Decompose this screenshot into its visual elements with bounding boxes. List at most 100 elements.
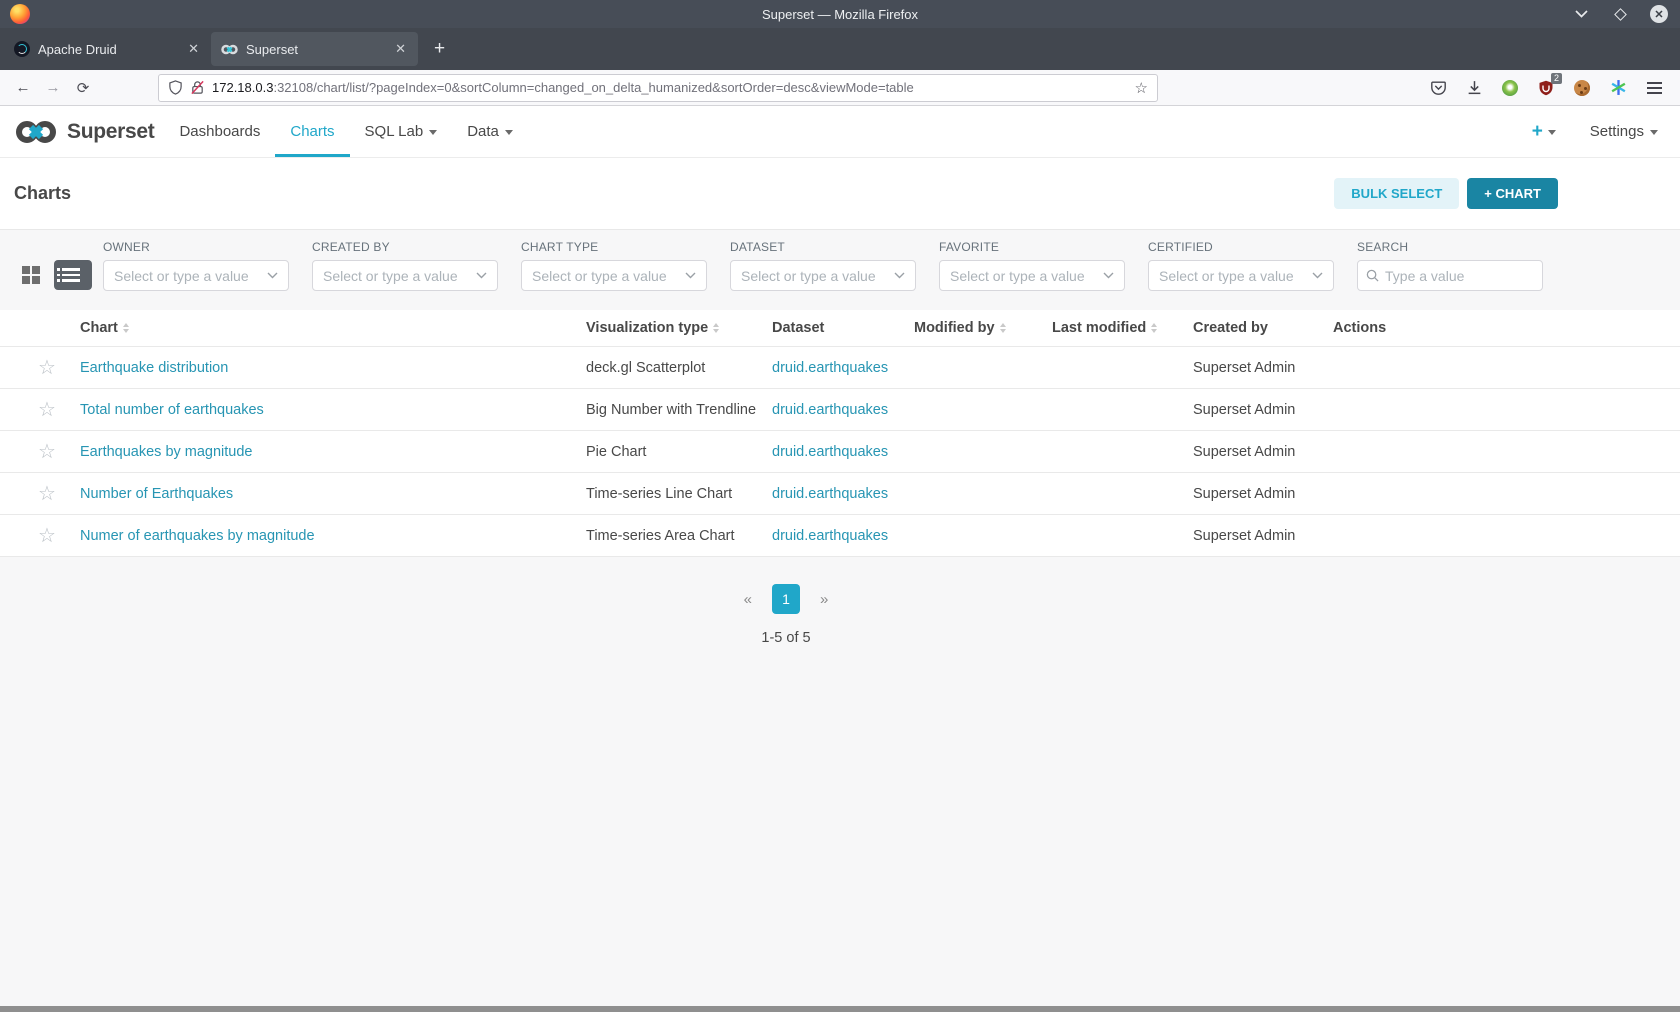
favorite-star-icon[interactable]: ☆ [38, 526, 56, 546]
chart-link[interactable]: Number of Earthquakes [80, 486, 233, 502]
favorite-star-icon[interactable]: ☆ [38, 442, 56, 462]
tab-apache-druid[interactable]: Apache Druid ✕ [4, 32, 211, 66]
tab-label: Superset [246, 42, 385, 57]
created-by: Superset Admin [1193, 486, 1333, 502]
superset-favicon-icon [221, 44, 238, 55]
nav-item-dashboards[interactable]: Dashboards [164, 106, 275, 157]
column-header-modified-by[interactable]: Modified by [914, 320, 1052, 336]
extension-ublock-icon[interactable]: 2 [1536, 78, 1556, 98]
column-header-visualization-type[interactable]: Visualization type [586, 320, 772, 336]
column-header-chart[interactable]: Chart [80, 320, 586, 336]
chevron-down-icon [429, 130, 437, 135]
favorite-star-icon[interactable]: ☆ [38, 484, 56, 504]
owner-select[interactable]: Select or type a value [103, 260, 289, 291]
insecure-lock-icon[interactable] [190, 80, 205, 95]
tracking-protection-shield-icon[interactable] [168, 80, 183, 95]
card-view-icon[interactable] [16, 260, 46, 290]
dataset-link[interactable]: druid.earthquakes [772, 486, 888, 502]
url-bar[interactable]: 172.18.0.3:32108/chart/list/?pageIndex=0… [158, 74, 1158, 102]
next-page-icon[interactable]: » [820, 591, 828, 608]
visualization-type: deck.gl Scatterplot [586, 360, 772, 376]
created-by: Superset Admin [1193, 444, 1333, 460]
close-window-icon[interactable]: ✕ [1650, 5, 1668, 23]
nav-item-sql-lab[interactable]: SQL Lab [350, 106, 453, 157]
chevron-down-icon [1548, 130, 1556, 135]
chevron-down-icon [505, 130, 513, 135]
visualization-type: Pie Chart [586, 444, 772, 460]
nav-item-charts[interactable]: Charts [275, 106, 349, 157]
close-tab-icon[interactable]: ✕ [186, 41, 201, 57]
page-title: Charts [14, 183, 71, 204]
reload-icon[interactable]: ⟳ [70, 75, 96, 101]
filter-certified: CERTIFIED Select or type a value [1148, 240, 1334, 291]
filter-bar: OWNER Select or type a value CREATED BY … [0, 230, 1680, 291]
dataset-link[interactable]: druid.earthquakes [772, 402, 888, 418]
created-by: Superset Admin [1193, 360, 1333, 376]
dataset-link[interactable]: druid.earthquakes [772, 444, 888, 460]
charts-table: Chart Visualization type Dataset Modifie… [0, 310, 1680, 557]
sort-icon[interactable] [1151, 323, 1157, 333]
chevron-down-icon [685, 272, 696, 279]
dataset-select[interactable]: Select or type a value [730, 260, 916, 291]
created-by: Superset Admin [1193, 528, 1333, 544]
bulk-select-button[interactable]: BULK SELECT [1334, 178, 1459, 209]
extension-badge: 2 [1551, 73, 1562, 84]
brand-name: Superset [67, 120, 154, 144]
superset-logo[interactable]: Superset [0, 106, 154, 157]
new-tab-icon[interactable]: + [428, 38, 451, 60]
column-header-dataset: Dataset [772, 320, 914, 336]
column-header-created-by: Created by [1193, 320, 1333, 336]
nav-item-data[interactable]: Data [452, 106, 528, 157]
chart-type-select[interactable]: Select or type a value [521, 260, 707, 291]
add-chart-button[interactable]: + CHART [1467, 178, 1558, 209]
favorite-star-icon[interactable]: ☆ [38, 400, 56, 420]
extension-cookie-icon[interactable] [1572, 78, 1592, 98]
sort-icon[interactable] [123, 323, 129, 333]
minimize-icon[interactable] [1572, 5, 1590, 23]
pocket-icon[interactable] [1428, 78, 1448, 98]
created-by-select[interactable]: Select or type a value [312, 260, 498, 291]
sort-icon[interactable] [1000, 323, 1006, 333]
search-icon [1366, 269, 1379, 282]
chart-link[interactable]: Numer of earthquakes by magnitude [80, 528, 315, 544]
close-tab-icon[interactable]: ✕ [393, 41, 408, 57]
dataset-link[interactable]: druid.earthquakes [772, 528, 888, 544]
chevron-down-icon [476, 272, 487, 279]
sort-icon[interactable] [713, 323, 719, 333]
filter-created-by: CREATED BY Select or type a value [312, 240, 498, 291]
window-title: Superset — Mozilla Firefox [0, 7, 1680, 22]
favorite-select[interactable]: Select or type a value [939, 260, 1125, 291]
back-icon[interactable]: ← [10, 75, 36, 101]
favorite-star-icon[interactable]: ☆ [38, 358, 56, 378]
certified-select[interactable]: Select or type a value [1148, 260, 1334, 291]
superset-infinity-icon [13, 118, 59, 146]
extension-privacy-icon[interactable] [1500, 78, 1520, 98]
page-number-button[interactable]: 1 [772, 584, 800, 614]
new-item-button[interactable]: + [1532, 121, 1556, 143]
column-header-actions: Actions [1333, 320, 1680, 336]
maximize-icon[interactable] [1611, 5, 1629, 23]
chart-link[interactable]: Total number of earthquakes [80, 402, 264, 418]
search-input[interactable] [1385, 268, 1534, 284]
browser-toolbar: ← → ⟳ 172.18.0.3:32108/chart/list/?pageI… [0, 70, 1680, 106]
hamburger-menu-icon[interactable] [1644, 78, 1664, 98]
column-header-last-modified[interactable]: Last modified [1052, 320, 1193, 336]
list-view-icon[interactable] [54, 260, 92, 290]
table-row: ☆ Earthquakes by magnitude Pie Chart dru… [0, 430, 1680, 472]
dataset-link[interactable]: druid.earthquakes [772, 360, 888, 376]
tab-superset[interactable]: Superset ✕ [211, 32, 418, 66]
bookmark-star-icon[interactable]: ☆ [1135, 79, 1148, 97]
visualization-type: Time-series Area Chart [586, 528, 772, 544]
forward-icon[interactable]: → [40, 75, 66, 101]
druid-favicon-icon [14, 41, 30, 57]
filter-dataset: DATASET Select or type a value [730, 240, 916, 291]
extension-asterisk-icon[interactable] [1608, 78, 1628, 98]
chart-link[interactable]: Earthquake distribution [80, 360, 228, 376]
settings-menu[interactable]: Settings [1590, 123, 1658, 140]
url-text[interactable]: 172.18.0.3:32108/chart/list/?pageIndex=0… [212, 80, 1128, 95]
visualization-type: Big Number with Trendline [586, 402, 772, 418]
chevron-down-icon [1103, 272, 1114, 279]
downloads-icon[interactable] [1464, 78, 1484, 98]
chart-link[interactable]: Earthquakes by magnitude [80, 444, 253, 460]
prev-page-icon[interactable]: « [744, 591, 752, 608]
